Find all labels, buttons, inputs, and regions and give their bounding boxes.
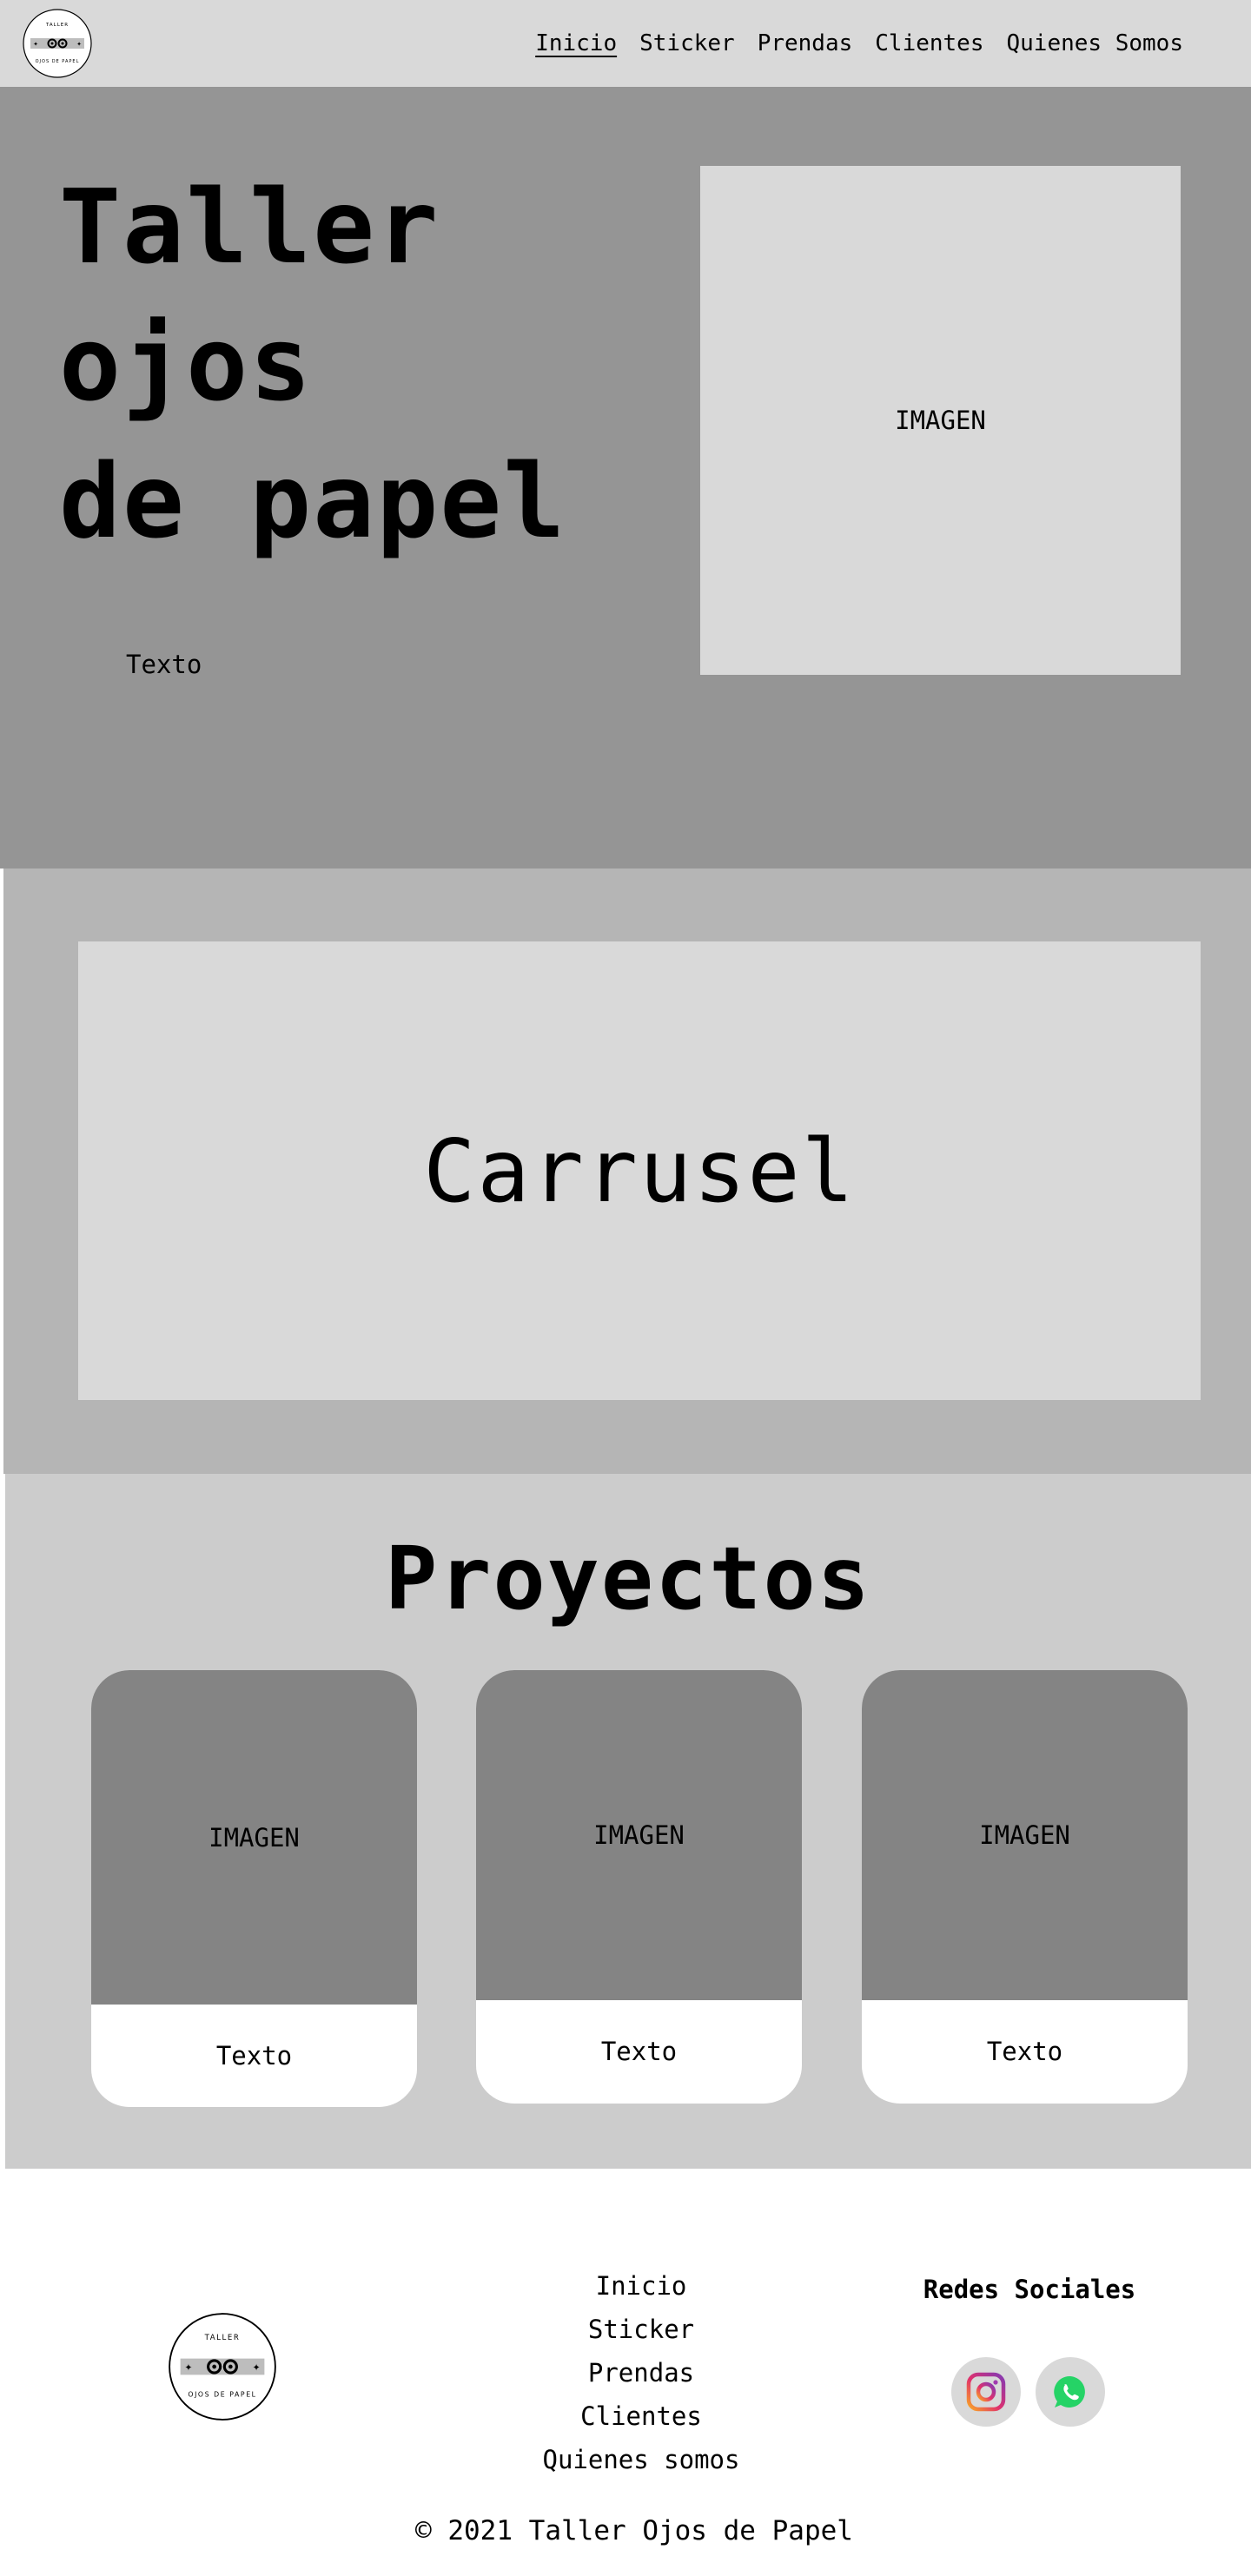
svg-text:✦: ✦ [184, 2362, 192, 2374]
project-card-1[interactable]: IMAGEN Texto [91, 1670, 417, 2107]
carousel-section: Carrusel [3, 869, 1251, 1474]
footer-logo-text-top: TALLER [204, 2334, 241, 2342]
svg-text:✦: ✦ [76, 41, 82, 48]
footer-logo[interactable]: TALLER ✦ ✦ OJOS DE PAPEL [167, 2311, 278, 2422]
nav-link-quienes-somos[interactable]: Quienes Somos [1007, 30, 1184, 56]
project-card-image-label: IMAGEN [208, 1822, 300, 1853]
whatsapp-button[interactable] [1036, 2357, 1105, 2427]
project-card-image: IMAGEN [91, 1670, 417, 2005]
footer-link-clientes[interactable]: Clientes [580, 2394, 702, 2438]
footer-link-prendas[interactable]: Prendas [588, 2351, 694, 2394]
project-card-text: Texto [600, 2037, 678, 2066]
project-card-image-label: IMAGEN [979, 1820, 1070, 1850]
nav-link-inicio[interactable]: Inicio [535, 30, 617, 56]
footer-nav: Inicio Sticker Prendas Clientes Quienes … [506, 2264, 776, 2481]
logo[interactable]: TALLER ✦ ✦ OJOS DE PAPEL [22, 8, 93, 79]
hero-title-line-2: ojos [59, 304, 314, 424]
footer: TALLER ✦ ✦ OJOS DE PAPEL Inicio Sticker … [0, 2169, 1251, 2576]
instagram-icon [966, 2372, 1006, 2412]
project-card-3[interactable]: IMAGEN Texto [862, 1670, 1188, 2104]
copyright-text: © 2021 Taller Ojos de Papel [415, 2515, 853, 2546]
hero-text: Texto [126, 650, 202, 679]
footer-link-quienes-somos[interactable]: Quienes somos [543, 2438, 740, 2481]
project-card-2[interactable]: IMAGEN Texto [476, 1670, 802, 2104]
hero-image-placeholder: IMAGEN [700, 166, 1181, 675]
instagram-button[interactable] [951, 2357, 1021, 2427]
whatsapp-icon [1054, 2375, 1085, 2408]
hero-section: Taller ojos de papel Texto IMAGEN [0, 87, 1251, 869]
hero-title-line-3: de papel [59, 441, 567, 561]
nav-link-prendas[interactable]: Prendas [758, 30, 853, 56]
nav-menu: Inicio Sticker Prendas Clientes Quienes … [535, 0, 1183, 87]
logo-text-bottom: OJOS DE PAPEL [36, 59, 80, 64]
hero-title: Taller ojos de papel [59, 158, 667, 570]
svg-text:✦: ✦ [33, 41, 38, 48]
social-title: Redes Sociales [923, 2275, 1136, 2304]
project-card-image-label: IMAGEN [593, 1820, 685, 1850]
svg-text:✦: ✦ [252, 2362, 260, 2374]
footer-logo-text-bottom: OJOS DE PAPEL [188, 2390, 256, 2398]
carousel[interactable]: Carrusel [78, 941, 1201, 1400]
nav-link-sticker[interactable]: Sticker [639, 30, 735, 56]
logo-text-top: TALLER [45, 23, 69, 28]
footer-link-sticker[interactable]: Sticker [588, 2308, 694, 2351]
projects-title: Proyectos [385, 1528, 871, 1629]
projects-section: Proyectos IMAGEN Texto IMAGEN Texto IMAG… [5, 1474, 1251, 2169]
hero-title-line-1: Taller [59, 167, 440, 287]
footer-link-inicio[interactable]: Inicio [596, 2264, 687, 2308]
top-navbar: TALLER ✦ ✦ OJOS DE PAPEL Inicio Sticker … [0, 0, 1251, 87]
project-card-text: Texto [215, 2041, 293, 2071]
project-card-image: IMAGEN [862, 1670, 1188, 2000]
project-card-image: IMAGEN [476, 1670, 802, 2000]
nav-link-clientes[interactable]: Clientes [875, 30, 983, 56]
carousel-label: Carrusel [423, 1120, 856, 1222]
hero-image-label: IMAGEN [895, 406, 986, 435]
project-card-text: Texto [986, 2037, 1063, 2066]
